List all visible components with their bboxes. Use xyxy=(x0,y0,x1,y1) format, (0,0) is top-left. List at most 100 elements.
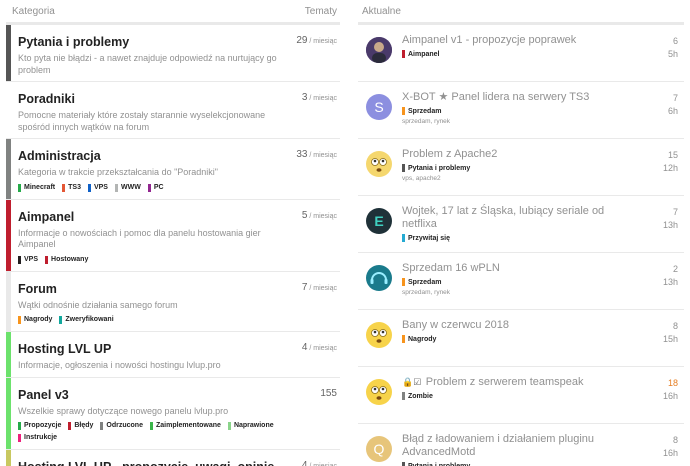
latest-header-label: Aktualne xyxy=(362,5,401,17)
topic-row[interactable]: Bany w czerwcu 2018 Nagrody 8 15h xyxy=(358,310,684,367)
subcategory-name: Propozycje xyxy=(24,422,62,429)
subcategory-color-swatch xyxy=(62,183,66,192)
category-row[interactable]: Poradniki Pomocne materiały które zostały… xyxy=(6,82,340,139)
subcategory-link[interactable]: WWW xyxy=(114,182,141,194)
avatar[interactable]: Q xyxy=(366,436,392,462)
avatar[interactable]: S xyxy=(366,94,392,120)
avatar[interactable] xyxy=(366,379,392,405)
subcategory-link[interactable]: PC xyxy=(147,182,164,194)
topic-tags[interactable]: sprzedam, rynek xyxy=(402,289,684,296)
category-title[interactable]: Hosting LVL UP xyxy=(18,341,340,357)
reply-count[interactable]: 8 xyxy=(663,320,678,333)
topic-title[interactable]: Bany w czerwcu 2018 xyxy=(402,319,642,332)
categories-header-label: Kategoria xyxy=(12,5,55,17)
last-activity[interactable]: 6h xyxy=(668,105,678,118)
subcategory-name: VPS xyxy=(93,183,108,191)
category-title[interactable]: Aimpanel xyxy=(18,209,340,225)
topic-row[interactable]: 🔒☑ Problem z serwerem teamspeak Zombie 18 1… xyxy=(358,367,684,424)
subcategory-name: Minecraft xyxy=(24,183,56,191)
category-row[interactable]: Panel v3 Wszelkie sprawy dotyczące nowego… xyxy=(6,377,340,450)
subcategory-link[interactable]: Błędy xyxy=(68,420,93,432)
category-row[interactable]: Aimpanel Informacje o nowościach i pomoc … xyxy=(6,199,340,272)
avatar[interactable]: E xyxy=(366,208,392,234)
topic-row[interactable]: E Wojtek, 17 lat z Śląska, lubiący serial… xyxy=(358,196,684,253)
avatar[interactable] xyxy=(366,151,392,177)
topic-title-text: Wojtek, 17 lat z Śląska, lubiący seriale… xyxy=(402,205,605,230)
reply-count[interactable]: 7 xyxy=(668,92,678,105)
reply-count[interactable]: 6 xyxy=(668,35,678,48)
topic-title[interactable]: Błąd z ładowaniem i działaniem pluginu A… xyxy=(402,433,642,459)
topic-title[interactable]: Aimpanel v1 - propozycje poprawek xyxy=(402,34,642,47)
topic-title[interactable]: 🔒☑ Problem z serwerem teamspeak xyxy=(402,376,642,389)
category-title[interactable]: Poradniki xyxy=(18,91,340,107)
last-activity[interactable]: 13h xyxy=(663,219,678,232)
reply-count[interactable]: 8 xyxy=(663,434,678,447)
subcategory-name: VPS xyxy=(24,255,39,263)
category-row[interactable]: Forum Wątki odnośnie działania samego for… xyxy=(6,271,340,332)
category-title[interactable]: Panel v3 xyxy=(18,387,340,403)
topic-row[interactable]: Problem z Apache2 Pytania i problemy vps, … xyxy=(358,139,684,196)
category-row[interactable]: Administracja Kategoria w trakcie przeksz… xyxy=(6,139,340,200)
topic-title[interactable]: Wojtek, 17 lat z Śląska, lubiący seriale… xyxy=(402,205,642,231)
topic-tags[interactable]: sprzedam, rynek xyxy=(402,118,684,125)
topic-tags[interactable]: vps, apache2 xyxy=(402,175,684,182)
avatar[interactable] xyxy=(366,322,392,348)
subcategory-link[interactable]: Propozycje xyxy=(18,420,61,432)
subcategory-link[interactable]: Zaimplementowane xyxy=(149,420,221,432)
category-title[interactable]: Hosting LVL UP - propozycje, uwagi, opin… xyxy=(18,459,340,466)
subcategory-list: Nagrody Zweryfikowani xyxy=(18,314,318,326)
category-title[interactable]: Administracja xyxy=(18,148,340,164)
topic-row[interactable]: Sprzedam 16 wPLN Sprzedam sprzedam, rynek 2… xyxy=(358,253,684,310)
topic-row[interactable]: Q Błąd z ładowaniem i działaniem pluginu … xyxy=(358,424,684,466)
topic-category[interactable]: Sprzedam xyxy=(402,107,684,115)
reply-count[interactable]: 15 xyxy=(663,149,678,162)
category-row[interactable]: Hosting LVL UP Informacje, ogłoszenia i n… xyxy=(6,332,340,378)
subcategory-link[interactable]: Minecraft xyxy=(18,182,55,194)
category-row[interactable]: Hosting LVL UP - propozycje, uwagi, opin… xyxy=(6,450,340,466)
reply-count[interactable]: 7 xyxy=(663,206,678,219)
latest-column: Aktualne Aimpanel v1 - propozycje popraw… xyxy=(358,0,684,466)
category-title[interactable]: Forum xyxy=(18,281,340,297)
topic-title[interactable]: Sprzedam 16 wPLN xyxy=(402,262,642,275)
topic-category[interactable]: Aimpanel xyxy=(402,50,684,58)
topic-category-name: Sprzedam xyxy=(408,107,442,115)
last-activity[interactable]: 13h xyxy=(663,276,678,289)
topic-title[interactable]: Problem z Apache2 xyxy=(402,148,642,161)
category-title[interactable]: Pytania i problemy xyxy=(18,34,340,50)
subcategory-link[interactable]: Instrukcje xyxy=(18,432,57,444)
last-activity[interactable]: 12h xyxy=(663,162,678,175)
subcategory-link[interactable]: VPS xyxy=(18,254,38,266)
category-topic-count: 155 xyxy=(320,388,337,399)
topic-title[interactable]: X-BOT ★ Panel lidera na serwery TS3 xyxy=(402,91,642,104)
avatar[interactable] xyxy=(366,265,392,291)
topic-category[interactable]: Zombie xyxy=(402,392,684,400)
reply-count[interactable]: 18 xyxy=(663,377,678,390)
subcategory-link[interactable]: Zweryfikowani xyxy=(59,314,114,326)
avatar[interactable] xyxy=(366,37,392,63)
topic-row[interactable]: Aimpanel v1 - propozycje poprawek Aimpane… xyxy=(358,25,684,82)
subcategory-link[interactable]: VPS xyxy=(87,182,108,194)
subcategory-link[interactable]: Naprawione xyxy=(227,420,274,432)
topic-row[interactable]: S X-BOT ★ Panel lidera na serwery TS3 Sprz… xyxy=(358,82,684,139)
topic-category[interactable]: Przywitaj się xyxy=(402,234,684,242)
last-activity[interactable]: 15h xyxy=(663,333,678,346)
topic-category[interactable]: Nagrody xyxy=(402,335,684,343)
subcategory-link[interactable]: Hostowany xyxy=(45,254,88,266)
category-topic-count: 3 / miesiąc xyxy=(302,92,337,103)
topic-count-value: 33 xyxy=(296,149,308,160)
topic-category[interactable]: Pytania i problemy xyxy=(402,462,684,466)
topic-category[interactable]: Pytania i problemy xyxy=(402,164,684,172)
category-list: Pytania i problemy Kto pyta nie błądzi - … xyxy=(6,25,340,466)
last-activity[interactable]: 16h xyxy=(663,390,678,403)
last-activity[interactable]: 5h xyxy=(668,48,678,61)
last-activity[interactable]: 16h xyxy=(663,447,678,460)
topic-category[interactable]: Sprzedam xyxy=(402,278,684,286)
category-row[interactable]: Pytania i problemy Kto pyta nie błądzi - … xyxy=(6,25,340,82)
subcategory-link[interactable]: TS3 xyxy=(62,182,81,194)
subcategory-link[interactable]: Nagrody xyxy=(18,314,52,326)
topic-stats: 8 16h xyxy=(663,434,678,460)
category-color-bar xyxy=(6,25,11,81)
topic-count-value: 155 xyxy=(320,387,337,399)
reply-count[interactable]: 2 xyxy=(663,263,678,276)
subcategory-link[interactable]: Odrzucone xyxy=(100,420,143,432)
